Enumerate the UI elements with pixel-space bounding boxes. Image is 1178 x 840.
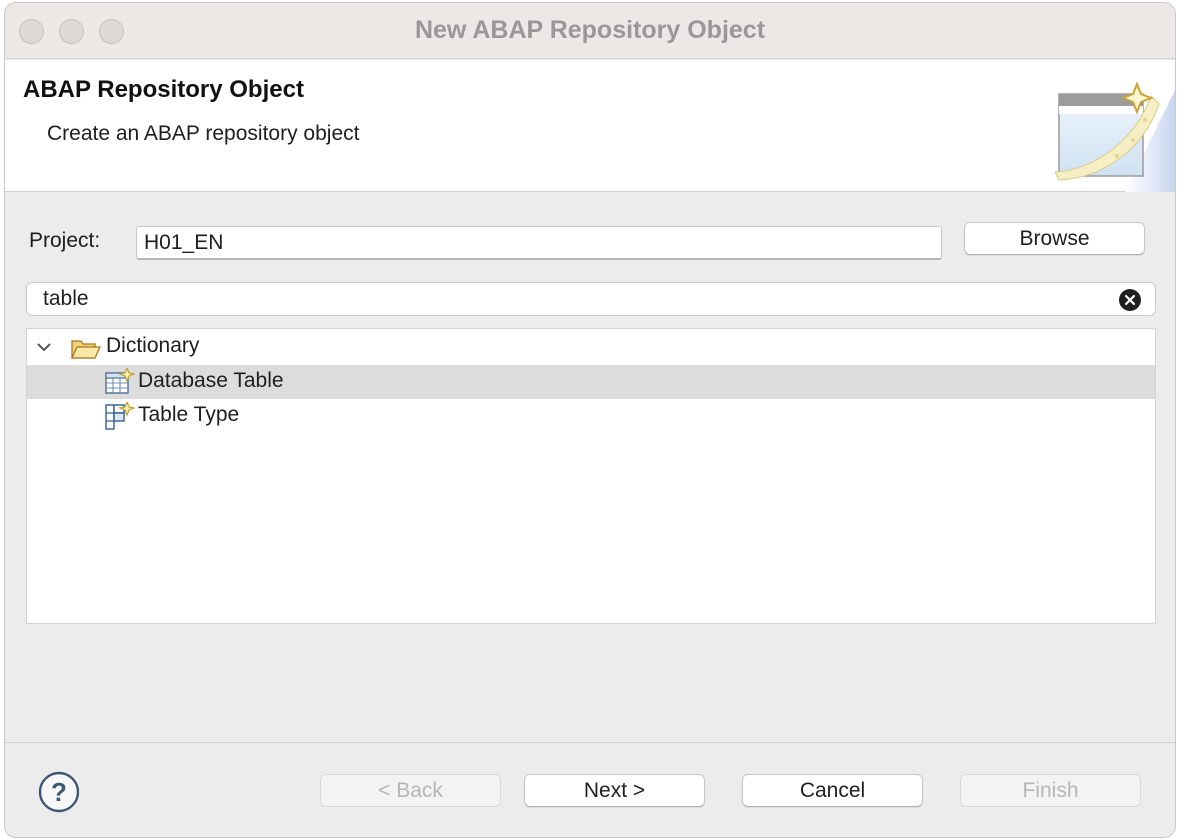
back-button[interactable]: < Back xyxy=(320,774,501,807)
project-label: Project: xyxy=(29,229,101,252)
page-description: Create an ABAP repository object xyxy=(47,122,360,145)
footer-divider xyxy=(5,742,1175,743)
title-bar: New ABAP Repository Object xyxy=(5,3,1175,59)
page-title: ABAP Repository Object xyxy=(23,76,304,103)
search-input[interactable] xyxy=(43,286,1103,312)
help-icon[interactable]: ? xyxy=(38,771,80,813)
object-type-tree[interactable]: Dictionary Database Table Table Type xyxy=(26,328,1156,624)
tree-item-database-table[interactable]: Database Table xyxy=(27,365,1155,399)
finish-button[interactable]: Finish xyxy=(960,774,1141,807)
svg-text:?: ? xyxy=(51,777,67,807)
chevron-down-icon[interactable] xyxy=(35,338,53,356)
wizard-window: New ABAP Repository Object ABAP Reposito… xyxy=(4,2,1176,838)
window-title: New ABAP Repository Object xyxy=(414,16,766,44)
tree-item-table-type[interactable]: Table Type xyxy=(27,399,1155,433)
browse-button[interactable]: Browse xyxy=(964,222,1145,255)
tree-folder-label: Dictionary xyxy=(106,334,200,357)
cancel-button[interactable]: Cancel xyxy=(742,774,923,807)
new-object-wizard-icon xyxy=(1054,81,1175,192)
wizard-header: ABAP Repository Object Create an ABAP re… xyxy=(5,60,1175,192)
project-field[interactable] xyxy=(136,226,942,260)
tree-folder-dictionary[interactable]: Dictionary xyxy=(27,330,1155,364)
tree-item-label: Database Table xyxy=(138,369,284,392)
open-folder-icon xyxy=(71,340,101,359)
next-button[interactable]: Next > xyxy=(524,774,705,807)
table-type-icon xyxy=(105,402,135,430)
database-table-icon xyxy=(105,368,135,394)
clear-icon[interactable] xyxy=(1119,289,1141,311)
tree-item-label: Table Type xyxy=(138,403,240,426)
search-field[interactable] xyxy=(26,282,1156,316)
